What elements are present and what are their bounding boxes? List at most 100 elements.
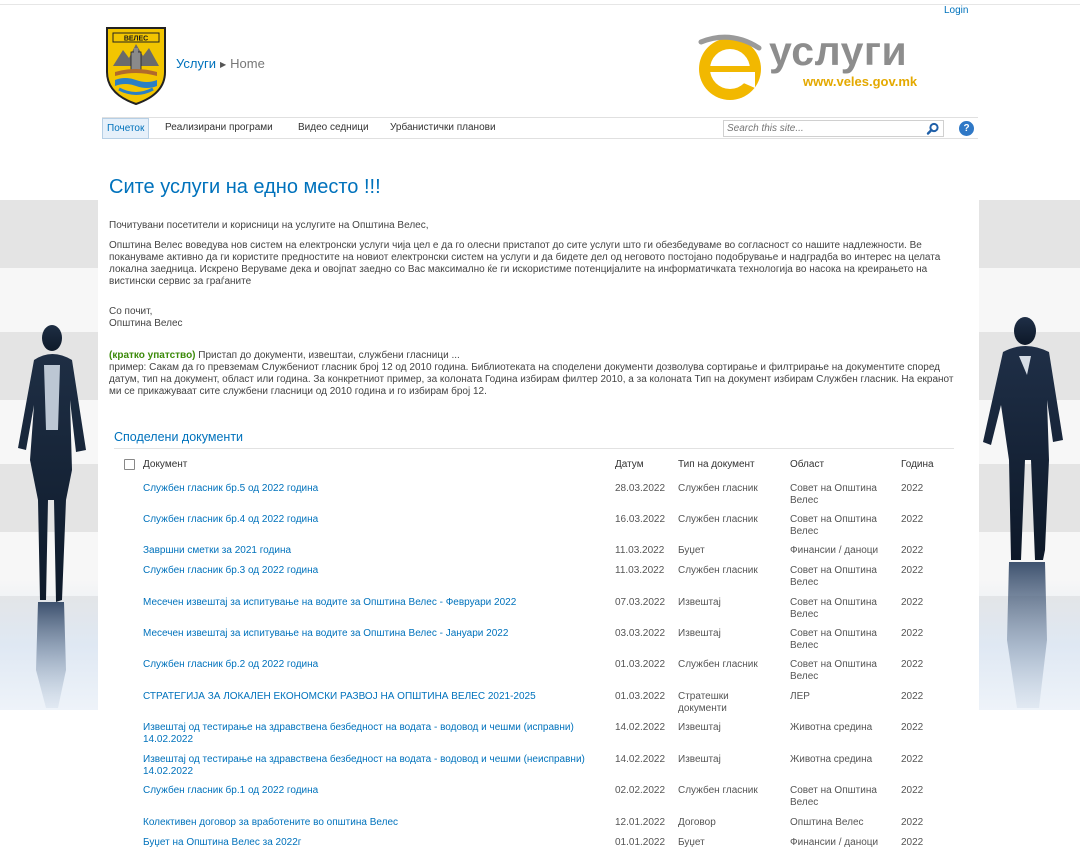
- document-type: Извештај: [678, 597, 721, 608]
- document-link[interactable]: Извештај од тестирање на здравствена без…: [143, 754, 605, 777]
- document-date: 16.03.2022: [615, 514, 666, 525]
- document-area: ЛЕР: [790, 691, 810, 702]
- document-year: 2022: [901, 754, 924, 765]
- column-header-area[interactable]: Област: [790, 459, 824, 470]
- document-area: Совет на Општина Велес: [790, 514, 877, 537]
- document-date: 01.03.2022: [615, 659, 666, 670]
- page-title: Сите услуги на едно место !!!: [109, 176, 381, 198]
- document-link[interactable]: Службен гласник бр.3 од 2022 година: [143, 565, 605, 577]
- select-all-checkbox[interactable]: [124, 459, 135, 470]
- document-area: Финансии / даноци: [790, 545, 879, 556]
- document-link[interactable]: Месечен извештај за испитување на водите…: [143, 628, 605, 640]
- document-year: 2022: [901, 565, 924, 576]
- document-link[interactable]: Службен гласник бр.2 од 2022 година: [143, 659, 605, 671]
- howto-text: пример: Сакам да го превземам Службениот…: [109, 362, 954, 397]
- document-year: 2022: [901, 837, 924, 848]
- document-type: Службен гласник: [678, 785, 758, 796]
- howto-label: (кратко упатство): [109, 350, 196, 361]
- document-type: Службен гласник: [678, 514, 758, 525]
- document-year: 2022: [901, 514, 924, 525]
- nav-item-video-sessions[interactable]: Видео седници: [298, 122, 369, 133]
- document-area: Совет на Општина Велес: [790, 483, 877, 506]
- document-year: 2022: [901, 483, 924, 494]
- breadcrumb-arrow-icon: ▶: [219, 60, 227, 69]
- breadcrumb-site-link[interactable]: Услуги: [176, 56, 216, 71]
- column-header-document[interactable]: Документ: [143, 459, 187, 470]
- brand-word: услуги: [769, 28, 908, 74]
- document-year: 2022: [901, 785, 924, 796]
- document-date: 02.02.2022: [615, 785, 666, 796]
- breadcrumb: Услуги ▶ Home: [176, 56, 265, 71]
- document-area: Животна средина: [790, 722, 873, 733]
- column-header-type[interactable]: Тип на документ: [678, 459, 755, 470]
- search-icon[interactable]: [926, 122, 940, 136]
- nav-item-urban-plans[interactable]: Урбанистички планови: [390, 122, 496, 133]
- document-date: 14.02.2022: [615, 754, 666, 765]
- document-type: Извештај: [678, 754, 721, 765]
- document-year: 2022: [901, 817, 924, 828]
- howto-title: Пристап до документи, извештаи, службени…: [195, 350, 460, 361]
- document-type: Службен гласник: [678, 659, 758, 670]
- e-logo-icon: e: [698, 34, 762, 100]
- document-link[interactable]: Службен гласник бр.1 од 2022 година: [143, 785, 605, 797]
- document-link[interactable]: Месечен извештај за испитување на водите…: [143, 597, 605, 609]
- document-date: 28.03.2022: [615, 483, 666, 494]
- document-area: Животна средина: [790, 754, 873, 765]
- help-icon[interactable]: ?: [959, 121, 974, 136]
- document-area: Совет на Општина Велес: [790, 785, 877, 808]
- businessman-silhouette-image: [983, 317, 1063, 708]
- document-date: 11.03.2022: [615, 545, 665, 556]
- document-year: 2022: [901, 659, 924, 670]
- document-type: Извештај: [678, 722, 721, 733]
- column-header-date[interactable]: Датум: [615, 459, 644, 470]
- document-area: Финансии / даноци: [790, 837, 879, 848]
- search-input[interactable]: [724, 121, 919, 136]
- document-year: 2022: [901, 628, 924, 639]
- signature-text: Општина Велес: [109, 318, 183, 329]
- document-type: Стратешки документи: [678, 691, 729, 714]
- top-bar: [0, 0, 1080, 5]
- nav-item-home[interactable]: Почеток: [102, 118, 150, 139]
- login-link[interactable]: Login: [944, 5, 968, 16]
- brand-url: www.veles.gov.mk: [803, 74, 918, 89]
- breadcrumb-current-page: Home: [230, 56, 265, 71]
- document-link[interactable]: Извештај од тестирање на здравствена без…: [143, 722, 605, 745]
- document-link[interactable]: Службен гласник бр.4 од 2022 година: [143, 514, 605, 526]
- coat-text: ВЕЛЕС: [124, 36, 148, 43]
- document-year: 2022: [901, 722, 924, 733]
- document-date: 03.03.2022: [615, 628, 666, 639]
- document-type: Договор: [678, 817, 716, 828]
- top-navigation: Почеток Реализирани програми Видео седни…: [102, 117, 978, 139]
- regards-text: Со почит,: [109, 306, 153, 317]
- document-type: Службен гласник: [678, 565, 758, 576]
- nav-item-realized-programs[interactable]: Реализирани програми: [165, 122, 273, 133]
- document-date: 01.03.2022: [615, 691, 666, 702]
- right-decorative-background: [979, 200, 1080, 710]
- shared-documents-title[interactable]: Споделени документи: [114, 430, 243, 444]
- intro-text: Општина Велес воведува нов систем на еле…: [109, 240, 941, 287]
- document-type: Буџет: [678, 545, 705, 556]
- document-date: 11.03.2022: [615, 565, 665, 576]
- document-link[interactable]: СТРАТЕГИЈА ЗА ЛОКАЛЕН ЕКОНОМСКИ РАЗВОЈ Н…: [143, 691, 605, 703]
- howto-heading: (кратко упатство) Пристап до документи, …: [109, 350, 961, 362]
- document-year: 2022: [901, 545, 924, 556]
- document-date: 14.02.2022: [615, 722, 666, 733]
- document-year: 2022: [901, 691, 924, 702]
- document-area: Совет на Општина Велес: [790, 565, 877, 588]
- document-type: Извештај: [678, 628, 721, 639]
- document-link[interactable]: Колективен договор за вработените во опш…: [143, 817, 605, 829]
- e-uslugi-brand-logo: e услуги www.veles.gov.mk: [695, 28, 945, 104]
- search-box: [723, 120, 944, 137]
- column-header-year[interactable]: Година: [901, 459, 934, 470]
- document-date: 12.01.2022: [615, 817, 666, 828]
- document-link[interactable]: Завршни сметки за 2021 година: [143, 545, 605, 557]
- document-area: Совет на Општина Велес: [790, 597, 877, 620]
- document-area: Совет на Општина Велес: [790, 659, 877, 682]
- left-decorative-background: [0, 200, 98, 710]
- document-link[interactable]: Службен гласник бр.5 од 2022 година: [143, 483, 605, 495]
- document-type: Буџет: [678, 837, 705, 848]
- document-area: Совет на Општина Велес: [790, 628, 877, 651]
- document-link[interactable]: Буџет на Општина Велес за 2022г: [143, 837, 605, 849]
- veles-coat-of-arms-logo[interactable]: ВЕЛЕС: [105, 26, 167, 106]
- document-area: Општина Велес: [790, 817, 864, 828]
